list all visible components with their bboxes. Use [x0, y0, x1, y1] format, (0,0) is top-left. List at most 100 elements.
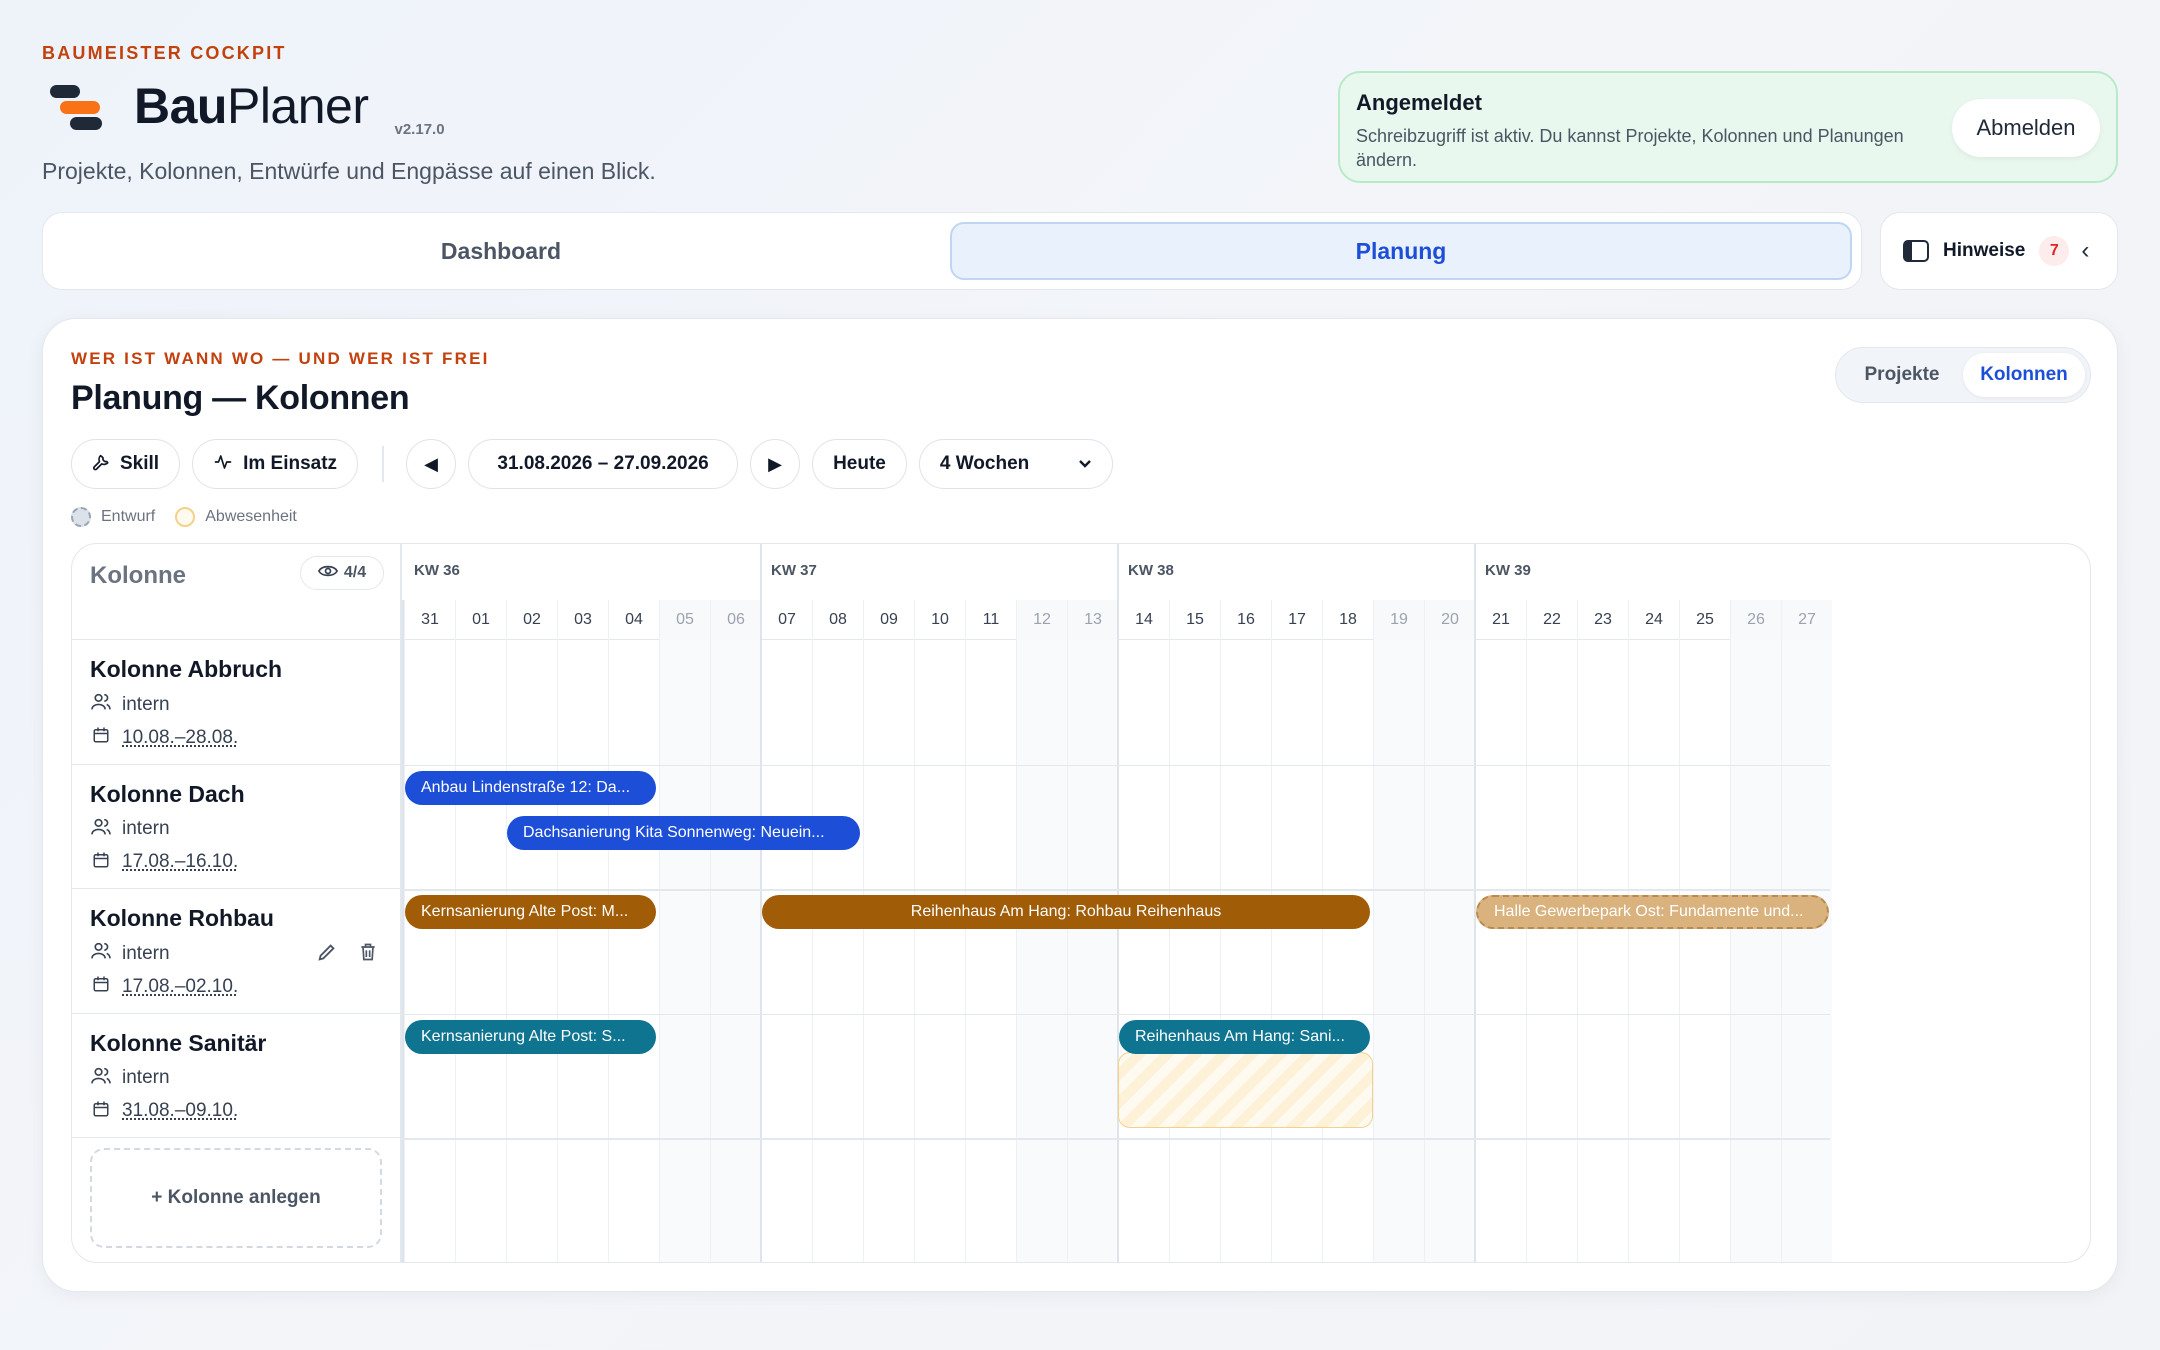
day-label: 15 [1169, 600, 1220, 640]
row-divider [402, 764, 1830, 766]
visible-count: 4/4 [343, 564, 367, 581]
in-use-filter-button[interactable]: Im Einsatz [192, 439, 359, 489]
crew-period: 17.08.–02.10. [90, 975, 400, 998]
legend-draft: Entwurf [101, 508, 156, 525]
brand: BauPlaner v2.17.0 [50, 78, 445, 138]
crew-row[interactable]: Kolonne Abbruch intern 10.08.–28.08. [72, 640, 400, 765]
day-column [1781, 640, 1832, 1262]
range-select-value: 4 Wochen [939, 453, 1030, 474]
crew-period-label[interactable]: 31.08.–09.10. [122, 1100, 238, 1122]
view-toggle: Projekte Kolonnen [1835, 347, 2091, 403]
calendar-icon [90, 726, 112, 749]
day-label: 07 [761, 600, 812, 640]
edit-icon[interactable] [316, 941, 338, 969]
day-column [1169, 640, 1220, 1262]
date-range-display[interactable]: 31.08.2026 – 27.09.2026 [468, 439, 739, 489]
assignment-bar[interactable]: Reihenhaus Am Hang: Rohbau Reihenhaus [762, 895, 1370, 929]
crew-type: intern [90, 818, 400, 841]
today-button[interactable]: Heute [812, 439, 907, 489]
activity-icon [213, 453, 233, 476]
chevron-left-icon: ‹ [2081, 237, 2090, 264]
draft-swatch-icon [71, 507, 91, 527]
toolbar-divider [382, 446, 385, 482]
assignment-bar[interactable]: Reihenhaus Am Hang: Sani... [1119, 1019, 1370, 1054]
day-column [914, 640, 965, 1262]
trash-icon[interactable] [358, 941, 378, 969]
crew-column-header: Kolonne 4/4 [72, 544, 400, 640]
range-select[interactable]: 4 Wochen [918, 439, 1113, 489]
users-icon [90, 942, 112, 965]
week-divider [402, 600, 404, 1262]
week-header-row: KW 36 KW 37 KW 38 KW 39 [402, 544, 2090, 602]
day-column [608, 640, 659, 1262]
day-column [506, 640, 557, 1262]
day-label: 12 [1016, 600, 1067, 640]
view-kolonnen-button[interactable]: Kolonnen [1963, 353, 2085, 397]
wrench-icon [92, 453, 110, 476]
calendar-icon [90, 975, 112, 998]
logo-icon [50, 82, 104, 132]
day-label: 25 [1679, 600, 1730, 640]
skill-filter-button[interactable]: Skill [71, 439, 181, 489]
crew-row[interactable]: Kolonne Sanitär intern 31.08.–09.10. [72, 1014, 400, 1138]
day-column [1475, 640, 1526, 1262]
eye-icon [317, 564, 339, 583]
sidebar-panel-icon [1903, 240, 1929, 262]
tab-planung[interactable]: Planung [950, 222, 1852, 280]
day-column [1628, 640, 1679, 1262]
crew-period: 31.08.–09.10. [90, 1100, 400, 1123]
users-icon [90, 693, 112, 716]
day-column [1730, 640, 1781, 1262]
main-tabs: Dashboard Planung [42, 212, 1862, 290]
chevron-down-icon [1078, 453, 1092, 475]
planning-toolbar: Skill Im Einsatz ◀ 31.08.2026 – 27.09.20… [71, 439, 1125, 489]
add-crew-button[interactable]: + Kolonne anlegen [90, 1148, 382, 1248]
view-projekte-button[interactable]: Projekte [1841, 353, 1963, 397]
login-text: Schreibzugriff ist aktiv. Du kannst Proj… [1356, 126, 1904, 170]
crew-name: Kolonne Dach [90, 780, 245, 807]
assignment-bar[interactable]: Anbau Lindenstraße 12: Da... [405, 770, 656, 805]
crew-name: Kolonne Rohbau [90, 905, 274, 931]
day-column [404, 640, 455, 1262]
hints-toggle[interactable]: Hinweise 7 ‹ [1880, 212, 2118, 290]
day-label: 20 [1424, 600, 1475, 640]
app-eyebrow: BAUMEISTER COCKPIT [42, 43, 287, 63]
day-column [965, 640, 1016, 1262]
crew-gantt: Kolonne 4/4 Kolonne Abbruch intern 10.08.–… [71, 543, 2091, 1263]
day-label: 17 [1271, 600, 1322, 640]
crew-column-title: Kolonne [90, 562, 186, 589]
day-label: 31 [404, 600, 455, 640]
logout-button[interactable]: Abmelden [1952, 99, 2100, 157]
day-column [1067, 640, 1118, 1262]
day-column [1271, 640, 1322, 1262]
tab-dashboard[interactable]: Dashboard [52, 222, 950, 280]
login-status-card: Angemeldet Schreibzugriff ist aktiv. Du … [1338, 71, 2118, 183]
assignment-bar[interactable]: Kernsanierung Alte Post: M... [405, 895, 656, 929]
timeline-grid: KW 36 KW 37 KW 38 KW 39 31 01 02 03 04 05 06 07 08 0… [402, 544, 2090, 1262]
week-divider [1474, 544, 1476, 1262]
row-divider [402, 889, 1830, 891]
day-label: 24 [1628, 600, 1679, 640]
in-use-filter-label: Im Einsatz [243, 453, 338, 474]
crew-type-label: intern [122, 818, 170, 839]
assignment-bar[interactable]: Dachsanierung Kita Sonnenweg: Neuein... [507, 815, 860, 850]
day-column [1526, 640, 1577, 1262]
crew-type: intern [90, 693, 400, 716]
assignment-bar[interactable]: Kernsanierung Alte Post: S... [405, 1019, 656, 1054]
next-period-button[interactable]: ▶ [750, 439, 801, 489]
calendar-icon [90, 851, 112, 874]
crew-row[interactable]: Kolonne Dach intern 17.08.–16.10. [72, 765, 400, 889]
day-label: 11 [965, 600, 1016, 640]
crew-period-label[interactable]: 17.08.–16.10. [122, 851, 238, 873]
prev-period-button[interactable]: ◀ [406, 439, 457, 489]
day-label: 23 [1577, 600, 1628, 640]
crew-period-label[interactable]: 10.08.–28.08. [122, 727, 238, 749]
absence-block[interactable] [1118, 1051, 1373, 1128]
crew-period-label[interactable]: 17.08.–02.10. [122, 976, 238, 998]
visibility-toggle[interactable]: 4/4 [300, 556, 384, 590]
day-label: 14 [1118, 600, 1169, 640]
crew-column: Kolonne 4/4 Kolonne Abbruch intern 10.08.–… [72, 544, 402, 1262]
day-label: 08 [812, 600, 863, 640]
assignment-bar[interactable]: Halle Gewerbepark Ost: Fundamente und... [1476, 895, 1829, 929]
crew-row[interactable]: Kolonne Rohbau intern 17.08.–02.10. [72, 889, 400, 1014]
